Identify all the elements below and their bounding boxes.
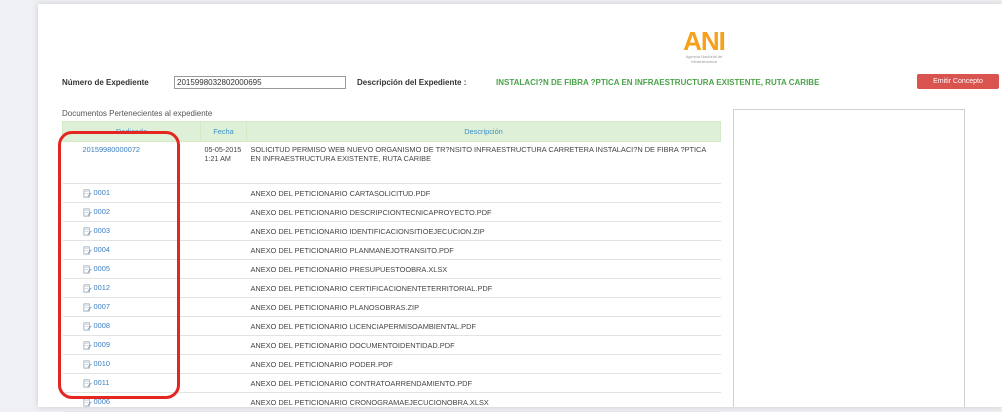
fecha-cell xyxy=(200,202,247,222)
document-preview-panel xyxy=(733,109,965,407)
fecha-cell xyxy=(200,354,247,374)
descripcion-cell: SOLICITUD PERMISO WEB NUEVO ORGANISMO DE… xyxy=(246,141,721,184)
fecha-cell xyxy=(200,335,247,355)
logo-text: ANI xyxy=(683,26,726,56)
logo-subtitle: Agencia Nacional de Infraestructura xyxy=(685,54,723,64)
fecha-cell xyxy=(200,259,247,279)
col-descripcion: Descripción xyxy=(246,121,721,142)
col-fecha: Fecha xyxy=(200,121,247,142)
radicado-highlight-box xyxy=(58,131,180,399)
expediente-input[interactable] xyxy=(174,76,346,89)
descripcion-cell: ANEXO DEL PETICIONARIO PODER.PDF xyxy=(246,354,721,374)
expediente-label: Número de Expediente xyxy=(62,78,149,87)
descripcion-cell: ANEXO DEL PETICIONARIO LICENCIAPERMISOAM… xyxy=(246,316,721,336)
documents-section-label: Documentos Pertenecientes al expediente xyxy=(62,109,213,118)
ani-logo: ANI Agencia Nacional de Infraestructura xyxy=(681,28,727,66)
emitir-concepto-button[interactable]: Emitir Concepto xyxy=(917,74,999,89)
fecha-cell xyxy=(200,373,247,393)
expediente-header: Número de Expediente Descripción del Exp… xyxy=(62,76,1002,90)
descripcion-cell: ANEXO DEL PETICIONARIO PLANOSOBRAS.ZIP xyxy=(246,297,721,317)
descripcion-cell: ANEXO DEL PETICIONARIO CERTIFICACIONENTE… xyxy=(246,278,721,298)
descripcion-cell: ANEXO DEL PETICIONARIO CONTRATOARRENDAMI… xyxy=(246,373,721,393)
descripcion-cell: ANEXO DEL PETICIONARIO PLANMANEJOTRANSIT… xyxy=(246,240,721,260)
descripcion-cell: ANEXO DEL PETICIONARIO DESCRIPCIONTECNIC… xyxy=(246,202,721,222)
descripcion-cell: ANEXO DEL PETICIONARIO CRONOGRAMAEJECUCI… xyxy=(246,392,721,412)
fecha-cell: 05-05-2015 1:21 AM xyxy=(200,141,247,184)
descripcion-cell: ANEXO DEL PETICIONARIO DOCUMENTOIDENTIDA… xyxy=(246,335,721,355)
fecha-cell xyxy=(200,240,247,260)
descripcion-value: INSTALACI?N DE FIBRA ?PTICA EN INFRAESTR… xyxy=(496,78,820,87)
fecha-cell xyxy=(200,392,247,412)
fecha-cell xyxy=(200,297,247,317)
descripcion-cell: ANEXO DEL PETICIONARIO CARTASOLICITUD.PD… xyxy=(246,183,721,203)
document-edit-icon[interactable] xyxy=(83,398,92,407)
descripcion-cell: ANEXO DEL PETICIONARIO PRESUPUESTOOBRA.X… xyxy=(246,259,721,279)
fecha-cell xyxy=(200,221,247,241)
descripcion-label: Descripción del Expediente : xyxy=(357,78,467,87)
fecha-cell xyxy=(200,183,247,203)
descripcion-cell: ANEXO DEL PETICIONARIO IDENTIFICACIONSIT… xyxy=(246,221,721,241)
fecha-cell xyxy=(200,316,247,336)
fecha-cell xyxy=(200,278,247,298)
